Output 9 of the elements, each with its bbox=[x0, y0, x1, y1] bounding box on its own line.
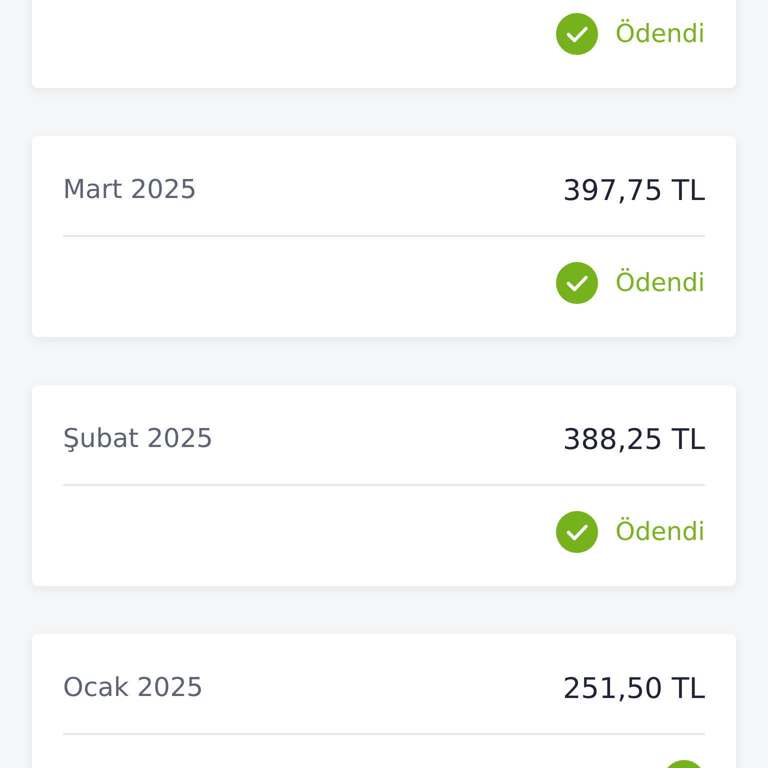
amount-text: 397,75 TL bbox=[562, 175, 705, 206]
amount-text: 388,25 TL bbox=[562, 424, 705, 455]
status-label: Ödendi bbox=[615, 19, 705, 49]
status-label: Ödendi bbox=[615, 517, 705, 547]
amount-text: 251,50 TL bbox=[562, 673, 705, 704]
month-label: Mart 2025 bbox=[63, 175, 197, 206]
month-label: Şubat 2025 bbox=[63, 424, 214, 455]
status-label: Ödendi bbox=[615, 268, 705, 298]
month-label: Ocak 2025 bbox=[63, 673, 204, 704]
